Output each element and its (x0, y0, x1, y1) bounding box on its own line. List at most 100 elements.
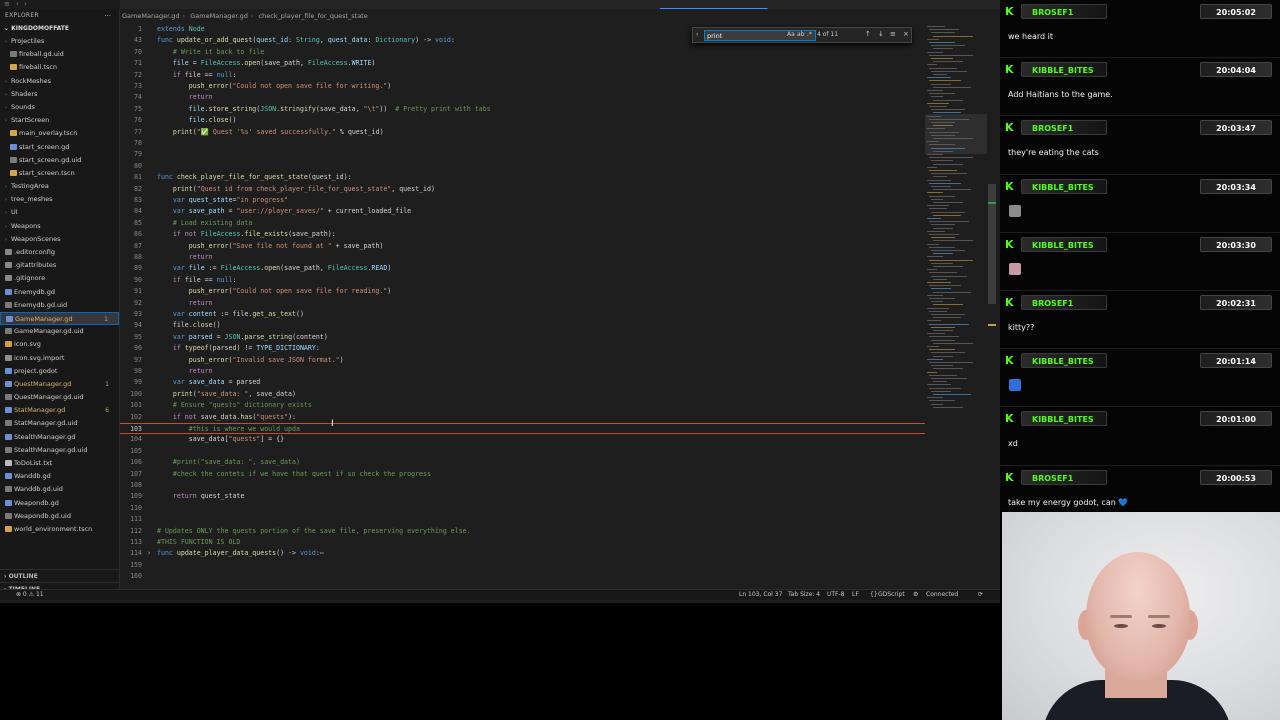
code-line[interactable]: 108 (120, 480, 925, 491)
code-line[interactable]: 102 if not save_data.has("quests"): (120, 412, 925, 423)
code-area[interactable]: 1 extends Node 43 func update_or_add_quest(… (120, 24, 925, 589)
chevron-right-icon[interactable]: › (147, 548, 151, 559)
file-item[interactable]: Wanddb.gd.uid (0, 483, 119, 496)
file-item[interactable]: GameManager.gd 1 (0, 311, 119, 326)
folder-item[interactable]: › tree_meshes (0, 193, 119, 206)
match-case-toggle[interactable]: Aa (787, 31, 795, 38)
file-item[interactable]: start_screen.tscn (0, 167, 119, 180)
folder-item[interactable]: › UI (0, 206, 119, 219)
file-item[interactable]: .editorconfig (0, 246, 119, 259)
file-item[interactable]: icon.svg (0, 338, 119, 351)
code-line[interactable]: 94 file.close() (120, 320, 925, 331)
folder-item[interactable]: › WeaponScenes (0, 233, 119, 246)
code-line[interactable]: 111 (120, 514, 925, 525)
code-line[interactable]: 113 #THIS FUNCTION IS OLD (120, 537, 925, 548)
close-icon[interactable]: × (903, 30, 909, 38)
outline-section[interactable]: › OUTLINE (0, 569, 120, 582)
file-item[interactable]: Wanddb.gd (0, 470, 119, 483)
file-item[interactable]: StatManager.gd 6 (0, 404, 119, 417)
code-line[interactable]: 96 if typeof(parsed) != TYPE_DICTIONARY: (120, 343, 925, 354)
file-item[interactable]: GameManager.gd.uid (0, 325, 119, 338)
code-line[interactable]: 85 # Load existing data (120, 218, 925, 229)
code-line[interactable]: 71 file = FileAccess.open(save_path, Fil… (120, 58, 925, 69)
breadcrumb-script[interactable]: GameManager.gd (190, 12, 248, 20)
chat-username[interactable]: BROSEF1 (1021, 469, 1107, 485)
folder-item[interactable]: › Sounds (0, 101, 119, 114)
file-item[interactable]: QuestManager.gd 1 (0, 378, 119, 391)
file-item[interactable]: StealthManager.gd.uid (0, 444, 119, 457)
chat-username[interactable]: KIBBLE_BITES (1021, 411, 1107, 427)
code-line[interactable]: 73 push_error("Could not open save file … (120, 81, 925, 92)
code-line[interactable]: 109 return quest_state (120, 491, 925, 502)
code-line[interactable]: 72 if file == null: (120, 70, 925, 81)
line-ending[interactable]: LF (852, 590, 859, 600)
code-line-current[interactable]: 103 #this is where we would upda (120, 423, 925, 435)
chat-username[interactable]: BROSEF1 (1021, 4, 1107, 19)
connection-status[interactable]: Connected (926, 590, 958, 600)
chevron-right-icon[interactable]: › (696, 31, 698, 38)
file-item[interactable]: Weapondb.gd.uid (0, 510, 119, 523)
code-line[interactable]: 77 print("✅ Quest '%s' saved successfull… (120, 127, 925, 138)
breadcrumb-symbol[interactable]: check_player_file_for_quest_state (259, 12, 368, 20)
code-line[interactable]: 91 push_error("Could not open save file … (120, 286, 925, 297)
code-line[interactable]: 79 (120, 149, 925, 160)
file-item[interactable]: start_screen.gd (0, 141, 119, 154)
minimap[interactable] (925, 24, 987, 589)
code-line[interactable]: 89 var file := FileAccess.open(save_path… (120, 263, 925, 274)
code-line[interactable]: 97 push_error("Invalid save JSON format.… (120, 355, 925, 366)
gear-icon[interactable]: ⚙ (913, 590, 918, 600)
selection-filter-icon[interactable]: ≡ (890, 30, 896, 38)
whole-word-toggle[interactable]: ab (797, 31, 805, 38)
chat-username[interactable]: KIBBLE_BITES (1021, 236, 1107, 252)
folder-item[interactable]: › Projectiles (0, 35, 119, 48)
more-actions-icon[interactable]: ··· (104, 9, 111, 23)
code-line[interactable]: 75 file.store_string(JSON.stringify(save… (120, 104, 925, 115)
code-line[interactable]: 106 #print("save_data: ", save_data) (120, 457, 925, 468)
file-item[interactable]: StealthManager.gd (0, 431, 119, 444)
folder-item[interactable]: › RockMeshes (0, 75, 119, 88)
code-line[interactable]: 107 #check the contets if we have that q… (120, 469, 925, 480)
file-item[interactable]: Enemydb.gd.uid (0, 299, 119, 312)
arrow-down-icon[interactable]: ↓ (878, 30, 884, 38)
sync-icon[interactable]: ⟳ (978, 590, 983, 600)
code-line[interactable]: 100 print("save_data: ", save_data) (120, 389, 925, 400)
code-line[interactable]: 78 (120, 138, 925, 149)
code-line[interactable]: 93 var content := file.get_as_text() (120, 309, 925, 320)
tab-size[interactable]: Tab Size: 4 (788, 590, 820, 600)
arrow-up-icon[interactable]: ↑ (865, 30, 871, 38)
back-icon[interactable]: ‹ (16, 0, 19, 8)
code-line[interactable]: 76 file.close() (120, 115, 925, 126)
code-line[interactable]: 110 (120, 503, 925, 514)
file-item[interactable]: .gitattributes (0, 259, 119, 272)
file-item[interactable]: QuestManager.gd.uid (0, 391, 119, 404)
file-item[interactable]: .gitignore (0, 272, 119, 285)
file-item[interactable]: icon.svg.import (0, 352, 119, 365)
regex-toggle[interactable]: .* (807, 31, 812, 38)
file-item[interactable]: Weapondb.gd (0, 497, 119, 510)
code-line[interactable]: 99 var save_data = parsed (120, 377, 925, 388)
file-item[interactable]: start_screen.gd.uid (0, 154, 119, 167)
file-item[interactable]: fireball.gd.uid (0, 48, 119, 61)
breadcrumb-file[interactable]: GameManager.gd (122, 12, 180, 20)
code-line[interactable]: 112 # Updates ONLY the quests portion of … (120, 526, 925, 537)
folder-item[interactable]: › StartScreen (0, 114, 119, 127)
file-item[interactable]: fireball.tscn (0, 61, 119, 74)
code-line[interactable]: 70 # Write it back to file (120, 47, 925, 58)
vertical-scrollbar[interactable] (988, 24, 996, 589)
file-item[interactable]: project.godot (0, 365, 119, 378)
file-item[interactable]: Enemydb.gd (0, 286, 119, 299)
code-line[interactable]: 86 if not FileAccess.file_exists(save_pa… (120, 229, 925, 240)
menu-icon[interactable]: ≡ (4, 0, 10, 8)
file-item[interactable]: StatManager.gd.uid (0, 417, 119, 430)
code-line[interactable]: 88 return (120, 252, 925, 263)
chat-username[interactable]: KIBBLE_BITES (1021, 62, 1107, 78)
code-line[interactable]: 80 (120, 161, 925, 172)
code-line[interactable]: 160 (120, 571, 925, 582)
cursor-position[interactable]: Ln 103, Col 37 (739, 590, 782, 600)
code-line[interactable]: 90 if file == null: (120, 275, 925, 286)
code-line[interactable]: 105 (120, 446, 925, 457)
forward-icon[interactable]: › (24, 0, 27, 8)
code-line[interactable]: 104 save_data["quests"] = {} (120, 434, 925, 445)
problems-count[interactable]: ⊗ 0 ⚠ 11 (16, 590, 44, 600)
workspace-root[interactable]: ⌄ KINGDOMOFFATE (0, 23, 119, 35)
